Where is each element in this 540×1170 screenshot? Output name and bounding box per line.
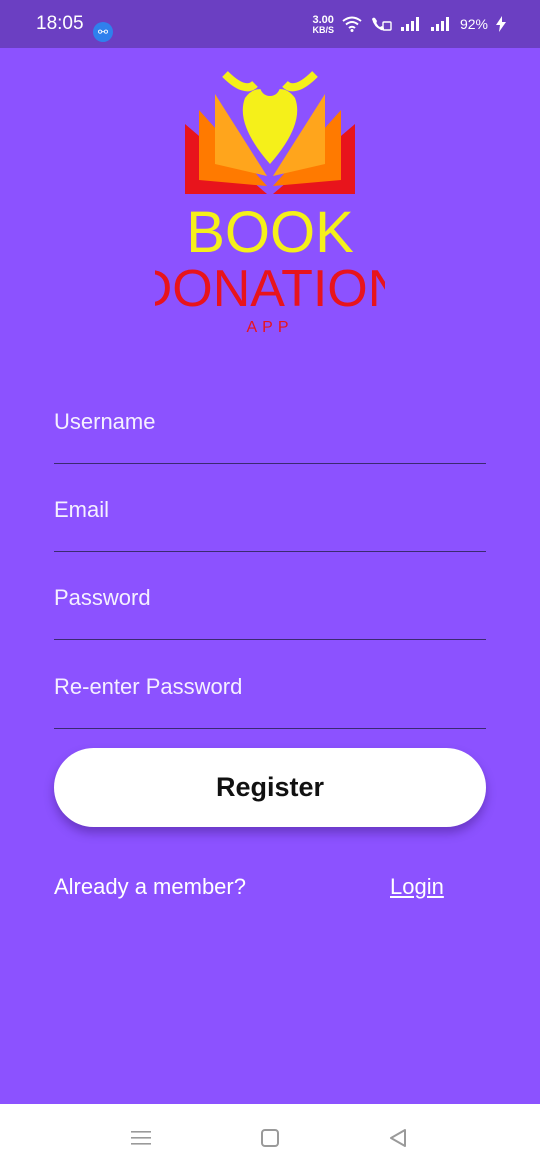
- logo-line2: DONATION: [155, 260, 385, 318]
- signal-icon: [400, 17, 419, 31]
- status-time: 18:05: [36, 13, 84, 34]
- back-triangle-icon[interactable]: [378, 1120, 418, 1156]
- network-speed: 3.00 KB/S: [312, 14, 334, 35]
- password-field[interactable]: Password: [54, 565, 486, 640]
- status-icons: 3.00 KB/S 92%: [312, 10, 506, 38]
- signal-icon-2: [430, 17, 449, 31]
- already-member-text: Already a member?: [54, 874, 246, 899]
- home-square-icon[interactable]: [250, 1120, 290, 1156]
- email-field[interactable]: Email: [54, 477, 486, 552]
- network-speed-unit: KB/S: [312, 24, 334, 35]
- username-field[interactable]: Username: [54, 389, 486, 464]
- register-button[interactable]: Register: [54, 748, 486, 827]
- network-speed-value: 3.00: [312, 13, 334, 26]
- charging-icon: [496, 16, 506, 32]
- logo-line1: BOOK: [186, 200, 354, 265]
- wifi-call-icon: [371, 17, 392, 31]
- navigation-bar: [0, 1104, 540, 1170]
- status-bar: 18:05 ⚯ 3.00 KB/S 92%: [0, 0, 540, 48]
- confirm-password-field[interactable]: Re-enter Password: [54, 654, 486, 729]
- wifi-icon: [342, 16, 362, 32]
- login-link[interactable]: Login: [390, 874, 444, 900]
- usb-icon: ⚯: [93, 22, 113, 42]
- battery-percent: 92%: [459, 16, 488, 32]
- menu-icon[interactable]: [121, 1120, 161, 1156]
- app-logo: BOOK DONATION APP: [135, 64, 405, 340]
- logo-line3: APP: [246, 319, 293, 336]
